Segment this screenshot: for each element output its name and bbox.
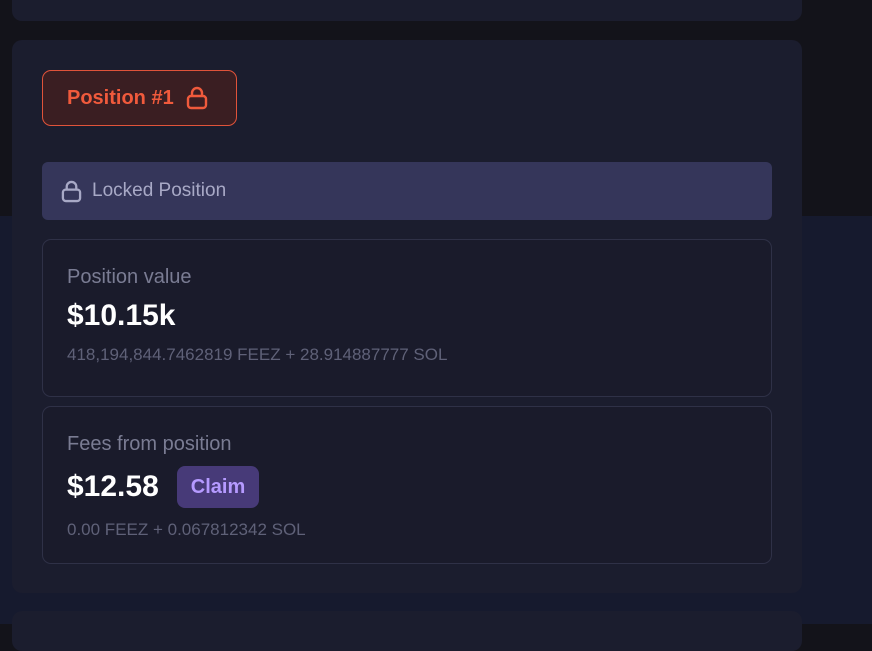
previous-card [12,0,802,21]
position-value-box: Position value $10.15k 418,194,844.74628… [42,239,772,397]
fees-amount: $12.58 [67,470,159,503]
position-value-amount: $10.15k [67,299,176,332]
position-card: Position #1 Locked Position Position val… [12,40,802,593]
position-value-breakdown: 418,194,844.7462819 FEEZ + 28.914887777 … [67,345,448,364]
lock-icon [61,180,82,203]
claim-button[interactable]: Claim [176,466,260,508]
position-tag-label: Position #1 [67,86,174,109]
lock-icon [186,86,208,110]
locked-position-label: Locked Position [92,180,227,201]
locked-position-banner: Locked Position [42,162,772,220]
position-tag[interactable]: Position #1 [42,70,237,126]
fees-box: Fees from position $12.58 Claim 0.00 FEE… [42,406,772,564]
fees-label: Fees from position [67,433,232,455]
position-value-label: Position value [67,266,192,288]
fees-breakdown: 0.00 FEEZ + 0.067812342 SOL [67,520,306,539]
next-card [12,611,802,651]
